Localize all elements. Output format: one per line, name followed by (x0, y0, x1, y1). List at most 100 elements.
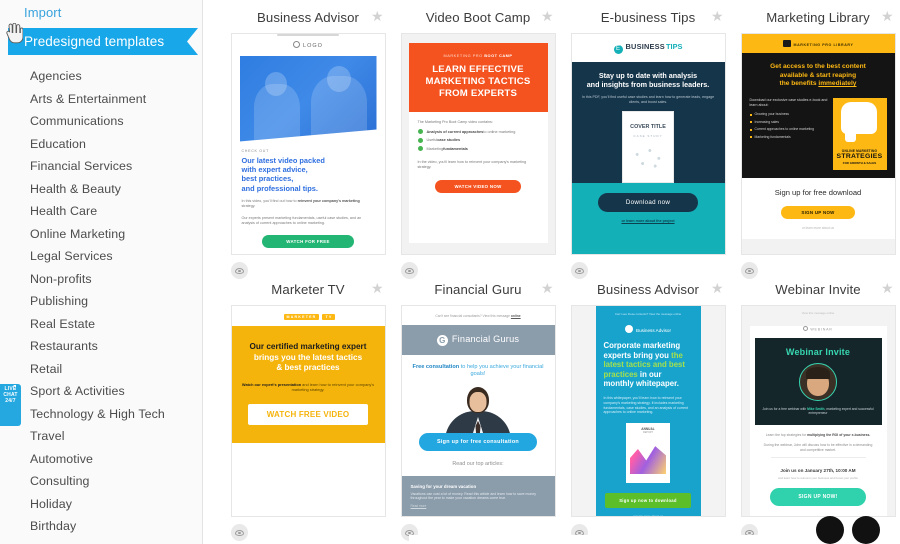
star-icon[interactable]: ★ (541, 281, 554, 295)
template-thumbnail[interactable]: LOGO CHECK OUT Our latest video packed w… (230, 33, 386, 255)
star-icon[interactable]: ★ (711, 281, 724, 295)
headline-line-2: and insights from business leaders. (586, 80, 710, 90)
p1-a: In this video, you'll find out how to (241, 199, 297, 204)
thumb-lead: Download our exclusive case studies e-bo… (749, 97, 828, 107)
brand-text: MARKETING PRO LIBRARY (793, 43, 854, 47)
sidebar-item-communications[interactable]: Communications (0, 110, 203, 133)
sidebar-item-automotive[interactable]: Automotive (0, 448, 203, 471)
template-card[interactable]: Business Advisor ★ Can't see these conte… (563, 279, 733, 541)
template-thumbnail[interactable]: E BUSINESS TIPS Stay up to date with anal… (570, 33, 726, 255)
template-thumbnail[interactable]: MARKETING PRO BOOT CAMP LEARN EFFECTIVE … (400, 33, 556, 255)
star-icon[interactable]: ★ (541, 9, 554, 23)
thumb-paragraph-1: In this video, you'll find out how to re… (242, 199, 375, 209)
template-thumbnail[interactable]: MARKETING PRO LIBRARY Get access to the … (740, 33, 896, 255)
bullet-item: Growing your business (749, 112, 828, 116)
card-header: Marketer TV ★ (223, 279, 393, 300)
sidebar-item-publishing[interactable]: Publishing (0, 290, 203, 313)
preheader-link[interactable]: online (511, 314, 521, 318)
sidebar-item-agencies[interactable]: Agencies (0, 65, 203, 88)
star-icon[interactable]: ★ (881, 281, 894, 295)
sidebar-item-financial-services[interactable]: Financial Services (0, 155, 203, 178)
sidebar-item-import[interactable]: Import (0, 0, 203, 26)
sidebar-item-real-estate[interactable]: Real Estate (0, 313, 203, 336)
thumb-fineprint: or learn more about us (632, 514, 664, 517)
template-card[interactable]: E-business Tips ★ E BUSINESS TIPS Stay up… (563, 7, 733, 279)
sidebar-item-health-care[interactable]: Health Care (0, 200, 203, 223)
preview-eye-icon[interactable] (401, 262, 418, 279)
sidebar-item-health-beauty[interactable]: Health & Beauty (0, 178, 203, 201)
sidebar-item-restaurants[interactable]: Restaurants (0, 335, 203, 358)
template-thumbnail[interactable]: Can't see these contents? View the messa… (570, 305, 726, 517)
sidebar-item-education[interactable]: Education (0, 133, 203, 156)
thumb-brandbar: E BUSINESS TIPS (571, 34, 725, 62)
thumb-logo: WEBINAR (750, 326, 887, 338)
thumb-cta-button[interactable]: WATCH VIDEO NOW (435, 179, 521, 193)
template-card[interactable]: Marketing Library ★ MARKETING PRO LIBRAR… (733, 7, 900, 279)
sidebar-item-legal-services[interactable]: Legal Services (0, 245, 203, 268)
star-icon[interactable]: ★ (711, 9, 724, 23)
preview-eye-icon[interactable] (741, 262, 758, 279)
live-chat-widget[interactable]: LIVE CHAT 24/7 (0, 384, 21, 426)
star-icon[interactable]: ★ (371, 9, 384, 23)
headline-line-3: & best practices (276, 363, 340, 373)
bullet-item: Marketing fundamentals (417, 146, 539, 151)
body-pre: Join us for a free webinar with (762, 406, 808, 411)
thumb-cta-button[interactable]: Sign up for free consultation (419, 432, 537, 451)
sidebar-item-notifications[interactable]: Notifications (0, 538, 203, 544)
star-icon[interactable]: ★ (881, 9, 894, 23)
brand-a: BUSINESS (625, 42, 665, 51)
preview-eye-icon[interactable] (231, 524, 248, 541)
sidebar-item-holiday[interactable]: Holiday (0, 493, 203, 516)
sidebar-item-arts-entertainment[interactable]: Arts & Entertainment (0, 88, 203, 111)
sidebar-item-retail[interactable]: Retail (0, 358, 203, 381)
book-line-3: FOR GROWTH & SALES (842, 160, 877, 165)
thumb-book-cover: ONLINE MARKETING STRATEGIES FOR GROWTH &… (832, 97, 887, 170)
chat-avatars[interactable] (816, 516, 880, 544)
template-thumbnail[interactable]: Can't see financial consultants? View th… (400, 305, 556, 517)
thumb-sheet: WEBINAR Webinar Invite Join us for a fre… (749, 326, 887, 516)
sidebar-item-online-marketing[interactable]: Online Marketing (0, 223, 203, 246)
avatar (799, 362, 837, 401)
template-card[interactable]: Video Boot Camp ★ MARKETING PRO BOOT CAM… (393, 7, 563, 279)
article-link[interactable]: Read more (411, 504, 546, 508)
thumb-body: CHECK OUT Our latest video packed with e… (232, 149, 385, 248)
sidebar-item-travel[interactable]: Travel (0, 425, 203, 448)
chat-avatar-icon[interactable] (816, 516, 844, 544)
brand-circle-icon: G (436, 335, 448, 346)
template-gallery-page: Import Predesigned templates Agencies Ar… (0, 0, 900, 544)
sidebar-item-technology-high-tech[interactable]: Technology & High Tech (0, 403, 203, 426)
thumb-cta-button[interactable]: SIGN UP NOW! (770, 488, 866, 507)
template-card[interactable]: Marketer TV ★ MARKETER TV Our certified m… (223, 279, 393, 541)
sidebar-item-predesigned-templates[interactable]: Predesigned templates (8, 28, 198, 55)
template-card[interactable]: Business Advisor ★ LOGO CHECK OUT Our la… (223, 7, 393, 279)
thumb-subtitle: The Marketing Pro Boot Camp video contai… (417, 120, 493, 124)
star-icon[interactable]: ★ (371, 281, 384, 295)
sidebar-item-sport-activities[interactable]: Sport & Activities (0, 380, 203, 403)
sidebar-item-consulting[interactable]: Consulting (0, 470, 203, 493)
preview-eye-icon[interactable] (571, 262, 588, 279)
sidebar-item-non-profits[interactable]: Non-profits (0, 268, 203, 291)
preview-eye-icon[interactable] (231, 262, 248, 279)
chat-avatar-icon[interactable] (852, 516, 880, 544)
thumb-headline: Stay up to date with analysis and insigh… (581, 71, 716, 90)
card-header: E-business Tips ★ (563, 7, 733, 28)
brand-b: TIPS (666, 42, 683, 51)
thumb-cta-button[interactable]: Sign up now to download (605, 493, 691, 509)
card-header: Business Advisor ★ (223, 7, 393, 28)
thumb-fineprint: or learn more about us (801, 225, 835, 230)
template-thumbnail[interactable]: View this message online WEBINAR Webinar… (740, 305, 896, 517)
check-icon (417, 129, 423, 134)
template-card[interactable]: Financial Guru ★ Can't see financial con… (393, 279, 563, 541)
sidebar-item-birthday[interactable]: Birthday (0, 515, 203, 538)
thumb-cta-button[interactable]: Download now (598, 193, 698, 213)
template-card[interactable]: Webinar Invite ★ View this message onlin… (733, 279, 900, 541)
thumb-link[interactable]: or learn more about the project (572, 219, 725, 223)
headline-underline: immediately (818, 80, 857, 88)
template-thumbnail[interactable]: MARKETER TV Our certified marketing exper… (230, 305, 386, 517)
thumb-cta-button[interactable]: WATCH FREE VIDEO (248, 404, 368, 426)
thumb-hero-row: Download our exclusive case studies e-bo… (749, 97, 887, 170)
thumb-headline: LEARN EFFECTIVE MARKETING TACTICS FROM E… (415, 64, 542, 100)
thumb-cta-button[interactable]: SIGN UP NOW (781, 205, 855, 219)
book-icon (782, 40, 791, 47)
thumb-cta-button[interactable]: WATCH FOR FREE (262, 234, 354, 248)
